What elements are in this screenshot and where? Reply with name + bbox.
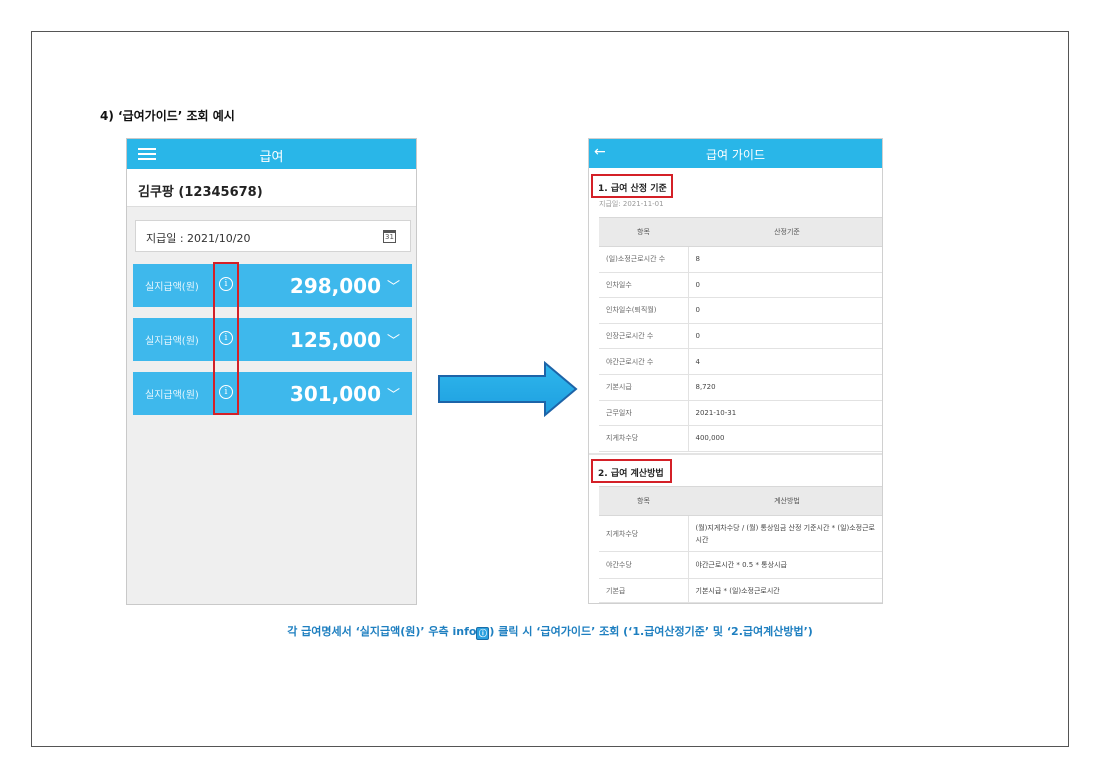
chevron-down-icon[interactable]: ﹀ <box>387 276 400 295</box>
table-cell: 근무일자 <box>599 400 689 427</box>
column-header: 산정기준 <box>688 217 882 247</box>
table-row: 지게차수당 400,000 <box>599 425 882 452</box>
pay-row[interactable]: 실지급액(원) i 301,000 ﹀ <box>133 372 412 415</box>
table-row: 기본시급 8,720 <box>599 374 882 401</box>
app-bar-title: 급여 가이드 <box>705 148 765 162</box>
calendar-icon[interactable]: 31 <box>383 230 396 243</box>
table-row: 인차일수 0 <box>599 272 882 299</box>
table-cell: 인차일수 <box>599 272 689 299</box>
app-bar: ← 급여 가이드 <box>589 139 882 168</box>
pay-date-label: 지급일 : 2021/10/20 <box>146 232 251 245</box>
column-header: 항목 <box>599 486 688 516</box>
pay-row-label: 실지급액(원) <box>145 336 199 347</box>
table-cell: 2021-10-31 <box>688 400 882 427</box>
table-row: 지게차수당 (월)지게차수당 / (월) 통상임금 산정 기준시간 * (일)소정… <box>599 515 882 552</box>
table-cell: 인차일수(퇴직월) <box>599 297 689 324</box>
table-row: 기본급 기본시급 * (일)소정근로시간 <box>599 578 882 603</box>
table-cell: 야간근로시간 수 <box>599 348 689 375</box>
calc-basis-table: 항목 산정기준 (일)소정근로시간 수8 인차일수 0 인차일수(퇴직월) 0 인장… <box>599 217 882 452</box>
table-row: (일)소정근로시간 수8 <box>599 246 882 273</box>
table-cell: 기본급 <box>599 578 689 603</box>
calc-method-table: 항목 계산방법 지게차수당 (월)지게차수당 / (월) 통상임금 산정 기준시간… <box>599 486 882 603</box>
pay-date-field[interactable]: 지급일 : 2021/10/20 31 <box>135 220 411 252</box>
info-icon: ⓘ <box>476 627 490 640</box>
table-row: 인장근로시간 수0 <box>599 323 882 350</box>
table-cell: 400,000 <box>688 425 882 452</box>
table-cell: 지게차수당 <box>599 425 689 452</box>
table-cell: 0 <box>688 297 882 324</box>
caption: 각 급여명세서 ‘실지급액(원)’ 우측 info ⓘ) 클릭 시 ‘급여가이드’… <box>0 623 1100 640</box>
user-name: 김쿠팡 (12345678) <box>127 169 416 207</box>
table-row: 인차일수(퇴직월) 0 <box>599 297 882 324</box>
pay-row-amount: 298,000 <box>289 274 381 298</box>
table-cell: 8,720 <box>688 374 882 401</box>
caption-text-before: 각 급여명세서 ‘실지급액(원)’ 우측 info <box>287 625 477 638</box>
app-bar-title: 급여 <box>259 150 284 165</box>
caption-text-after: ) 클릭 시 ‘급여가이드’ 조회 (‘1.급여산정기준’ 및 ‘2.급여계산방… <box>489 625 813 638</box>
info-icon-highlight-box <box>213 262 239 415</box>
pay-guide-screen: ← 급여 가이드 1. 급여 산정 기준 지급일: 2021-11-01 항목 … <box>588 138 883 604</box>
table-cell: 기본시급 * (일)소정근로시간 <box>688 578 882 603</box>
pay-row-label: 실지급액(원) <box>145 390 199 401</box>
table-row: 근무일자 2021-10-31 <box>599 400 882 427</box>
section-divider <box>589 453 882 455</box>
table-cell: 0 <box>688 272 882 299</box>
table-cell: (일)소정근로시간 수 <box>599 246 689 273</box>
pay-row-label: 실지급액(원) <box>145 282 199 293</box>
table-cell: 지게차수당 <box>599 515 689 552</box>
pay-row[interactable]: 실지급액(원) i 298,000 ﹀ <box>133 264 412 307</box>
table-cell: 기본시급 <box>599 374 689 401</box>
table-cell: 0 <box>688 323 882 350</box>
right-arrow-icon <box>438 361 578 417</box>
table-header-row: 항목 산정기준 <box>599 217 882 247</box>
table-cell: 8 <box>688 246 882 273</box>
pay-row-amount: 301,000 <box>289 382 381 406</box>
guide-pay-date: 지급일: 2021-11-01 <box>599 200 664 208</box>
chevron-down-icon[interactable]: ﹀ <box>387 330 400 349</box>
section-highlight-box <box>591 174 673 198</box>
table-cell: 야간근로시간 * 0.5 * 통상시급 <box>688 551 882 579</box>
pay-statement-screen: 급여 김쿠팡 (12345678) 지급일 : 2021/10/20 31 실지… <box>126 138 417 605</box>
chevron-down-icon[interactable]: ﹀ <box>387 384 400 403</box>
column-header: 항목 <box>599 217 688 247</box>
column-header: 계산방법 <box>688 486 882 516</box>
pay-row-amount: 125,000 <box>289 328 381 352</box>
app-bar: 급여 <box>127 139 416 169</box>
section-highlight-box <box>591 459 672 483</box>
table-row: 야간근로시간 수4 <box>599 348 882 375</box>
table-header-row: 항목 계산방법 <box>599 486 882 516</box>
table-row: 야간수당 야간근로시간 * 0.5 * 통상시급 <box>599 551 882 579</box>
pay-row[interactable]: 실지급액(원) i 125,000 ﹀ <box>133 318 412 361</box>
section-heading: 4) ‘급여가이드’ 조회 예시 <box>100 109 235 123</box>
table-cell: 4 <box>688 348 882 375</box>
table-cell: (월)지게차수당 / (월) 통상임금 산정 기준시간 * (일)소정근로시간 <box>688 515 882 552</box>
table-cell: 야간수당 <box>599 551 689 579</box>
table-cell: 인장근로시간 수 <box>599 323 689 350</box>
